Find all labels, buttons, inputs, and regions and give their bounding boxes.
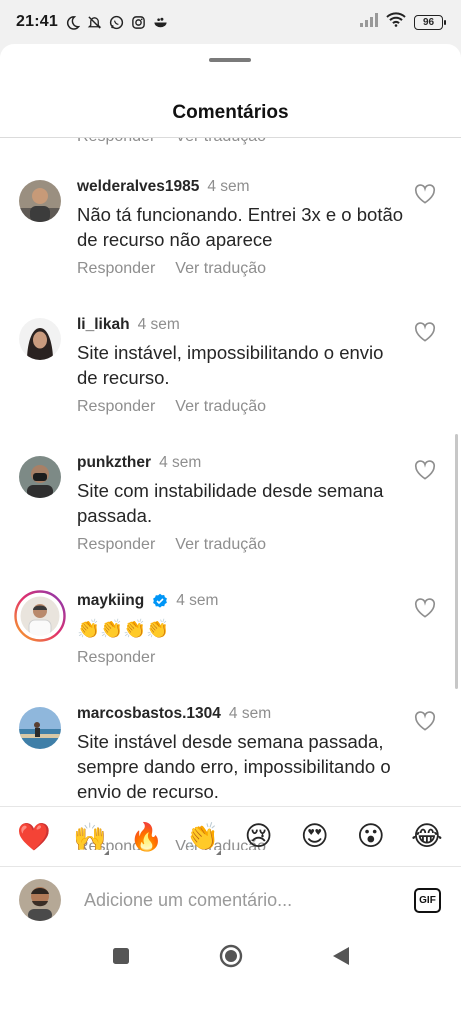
username[interactable]: maykiing (77, 592, 144, 610)
comment-body: marcosbastos.1304 4 sem Site instável de… (77, 703, 407, 804)
reply-button[interactable]: Responder (77, 260, 155, 278)
avatar-story-ring[interactable] (14, 590, 66, 642)
like-heart-icon[interactable] (414, 711, 436, 731)
my-avatar (19, 879, 61, 921)
mute-icon (87, 15, 102, 30)
comment-body: li_likah 4 sem Site instável, impossibil… (77, 314, 407, 416)
verified-badge-icon (152, 593, 168, 609)
comment-text: Site instável desde semana passada, semp… (77, 731, 391, 802)
comment-body: welderalves1985 4 sem Não tá funcionando… (77, 176, 407, 278)
system-nav-bar (0, 932, 461, 980)
crying-emoji-button[interactable]: 😢 (239, 817, 279, 857)
sheet-title: Comentários (172, 102, 289, 123)
signal-icon (360, 12, 378, 32)
status-bar: 21:41 96 (0, 0, 461, 44)
heart-eyes-emoji-button[interactable]: 😍 (295, 817, 335, 857)
like-heart-icon[interactable] (414, 460, 436, 480)
like-heart-icon[interactable] (414, 598, 436, 618)
avatar[interactable] (19, 707, 61, 749)
reply-button[interactable]: Responder (77, 536, 155, 554)
avatar[interactable] (19, 180, 61, 222)
back-button[interactable] (329, 944, 353, 968)
comment-input[interactable] (84, 887, 394, 913)
previous-comment-actions: Responder Ver tradução (77, 138, 266, 146)
instagram-icon (131, 15, 146, 30)
reply-button[interactable]: Responder (77, 649, 155, 667)
clap-emoji-button[interactable]: 👏 (182, 817, 222, 857)
status-left: 21:41 (16, 13, 168, 31)
fire-emoji-button[interactable]: 🔥 (126, 817, 166, 857)
reply-button[interactable]: Responder (77, 398, 155, 416)
comment-text: Site instável, impossibilitando o envio … (77, 342, 384, 388)
moon-icon (65, 15, 80, 30)
comment-body: punkzther 4 sem Site com instabilidade d… (77, 452, 407, 554)
comment-time: 4 sem (159, 454, 202, 471)
comment-time: 4 sem (228, 705, 272, 722)
translate-button[interactable]: Ver tradução (175, 536, 266, 554)
comment-body: maykiing 4 sem 👏👏👏👏 Responder (77, 590, 407, 667)
surprised-emoji-button[interactable]: 😮 (351, 817, 391, 857)
comment-time: 4 sem (176, 592, 219, 609)
like-heart-icon[interactable] (414, 184, 436, 204)
comment-text: Não tá funcionando. Entrei 3x e o botão … (77, 204, 404, 250)
status-right: 96 (360, 12, 446, 32)
battery-icon: 96 (414, 14, 446, 30)
reply-button[interactable]: Responder (77, 138, 155, 146)
drag-handle[interactable] (209, 58, 251, 62)
home-button[interactable] (219, 944, 243, 968)
status-time: 21:41 (16, 13, 58, 30)
comment-composer: GIF (0, 866, 461, 932)
comment-time: 4 sem (207, 178, 250, 195)
comment-text: Site com instabilidade desde semana pass… (77, 480, 384, 526)
variant-corner-icon (216, 849, 222, 855)
whatsapp-icon (109, 15, 124, 30)
username[interactable]: li_likah (77, 316, 130, 334)
scrollbar[interactable] (455, 434, 458, 689)
laughing-emoji-button[interactable]: 😂 (407, 817, 447, 857)
raising-hands-emoji-button[interactable]: 🙌 (70, 817, 110, 857)
gif-button[interactable]: GIF (414, 888, 441, 913)
wifi-icon (386, 12, 406, 32)
bowl-icon (153, 15, 168, 30)
username[interactable]: marcosbastos.1304 (77, 705, 221, 723)
heart-emoji-button[interactable]: ❤️ (14, 817, 54, 857)
comment-list[interactable]: Responder Ver tradução welderalves1985 4… (0, 138, 461, 850)
username[interactable]: punkzther (77, 454, 151, 472)
translate-button[interactable]: Ver tradução (175, 398, 266, 416)
variant-corner-icon (104, 849, 110, 855)
translate-button[interactable]: Ver tradução (175, 260, 266, 278)
translate-button[interactable]: Ver tradução (175, 138, 266, 146)
comment-time: 4 sem (137, 316, 180, 333)
username[interactable]: welderalves1985 (77, 178, 199, 196)
avatar[interactable] (19, 318, 61, 360)
recents-button[interactable] (109, 944, 133, 968)
avatar[interactable] (19, 456, 61, 498)
like-heart-icon[interactable] (414, 322, 436, 342)
emoji-quick-bar: ❤️ 🙌 🔥 👏 😢 😍 😮 😂 (0, 806, 461, 866)
comment-text: 👏👏👏👏 (77, 618, 170, 639)
